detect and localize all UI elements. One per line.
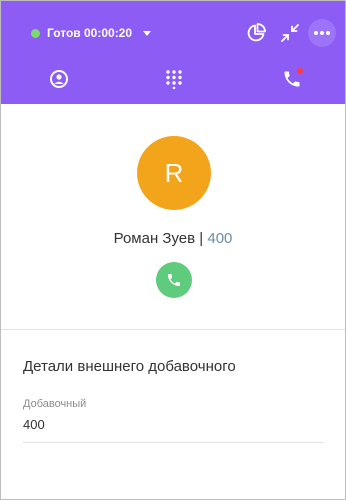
avatar: R [137,136,211,210]
header-bar: Готов 00:00:20 [1,1,345,104]
softphone-window: Готов 00:00:20 R Роман Зуев | 400 Детали… [0,0,346,500]
extension-field-value: 400 [23,417,45,432]
details-title: Детали внешнего добавочного [23,358,236,375]
status-label: Готов 00:00:20 [47,26,133,40]
statistics-button[interactable] [243,20,269,46]
field-underline [23,442,323,443]
section-divider [1,329,345,330]
collapse-button[interactable] [277,20,303,46]
more-icon [314,31,330,35]
dialpad-icon [166,70,182,89]
phone-icon [168,274,180,286]
pie-chart-icon [247,23,266,42]
collapse-icon [281,24,299,42]
contact-icon [50,70,68,88]
name-separator: | [199,230,204,247]
status-selector[interactable]: Готов 00:00:20 [31,23,152,43]
tab-missed-calls[interactable] [279,67,305,91]
contact-name: Роман Зуев [113,230,196,247]
call-button[interactable] [156,262,192,298]
contact-name-line: Роман Зуев | 400 [1,230,345,247]
extension-field-label: Добавочный [23,398,87,410]
contact-extension: 400 [207,230,233,247]
notification-badge [297,68,303,74]
tab-contact[interactable] [46,67,72,91]
status-indicator [31,28,40,38]
more-button[interactable] [308,19,336,47]
chevron-down-icon [143,30,152,36]
tab-dialpad[interactable] [161,67,187,91]
